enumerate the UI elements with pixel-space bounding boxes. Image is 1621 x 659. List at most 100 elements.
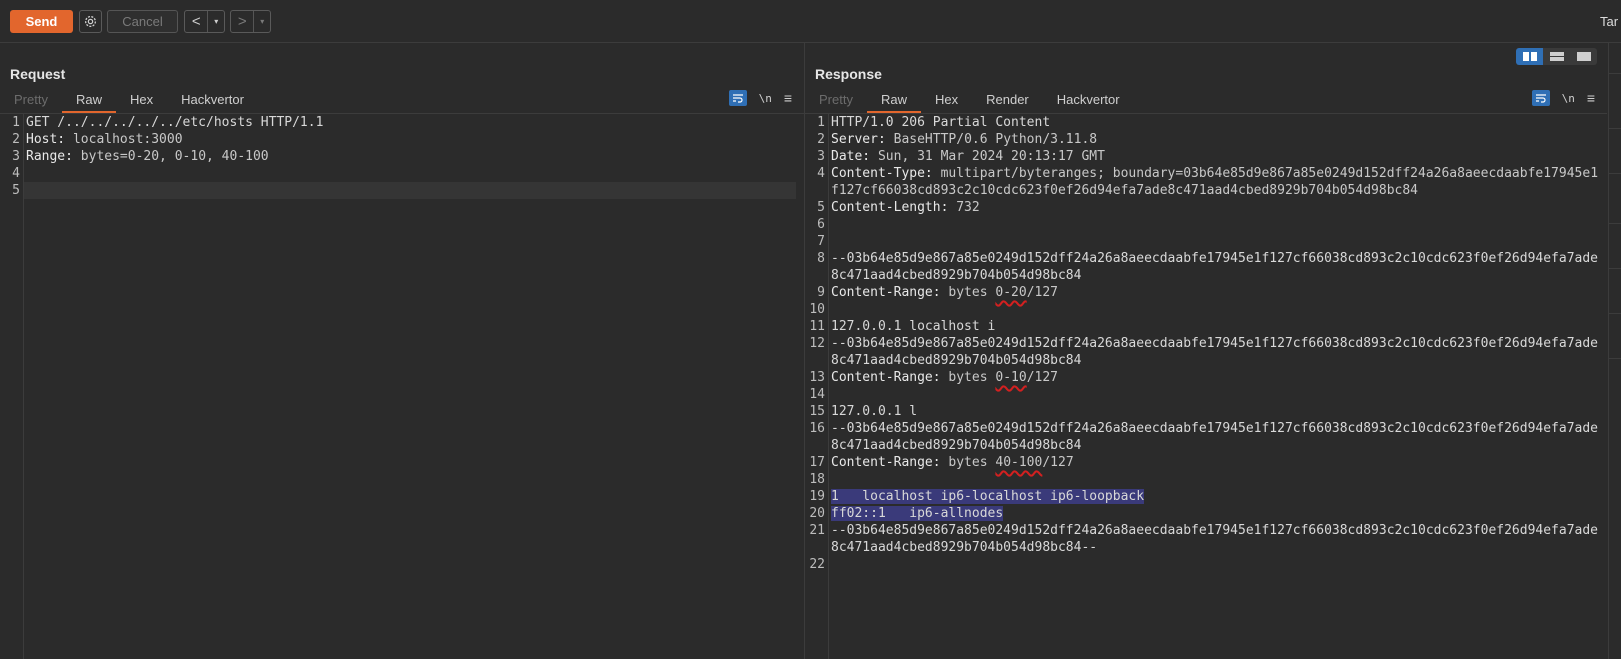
- line-text: --03b64e85d9e867a85e0249d152dff24a26a8ae…: [829, 335, 1599, 369]
- forward-button[interactable]: >: [231, 11, 255, 32]
- response-editor[interactable]: 1 HTTP/1.0 206 Partial Content 2 Server: Ba…: [805, 114, 1607, 659]
- request-editor-tools: \n ≡: [728, 90, 792, 106]
- header-value: bytes: [940, 455, 996, 470]
- line-content: --03b64e85d9e867a85e0249d152dff24a26a8ae…: [831, 336, 1599, 368]
- response-line: 5 Content-Length: 732: [817, 199, 1599, 216]
- divider: [1609, 358, 1621, 359]
- target-label[interactable]: Tar: [1600, 14, 1618, 29]
- request-tab-hackvertor[interactable]: Hackvertor: [167, 89, 258, 113]
- line-text: Server: BaseHTTP/0.6 Python/3.11.8: [829, 131, 1097, 148]
- forward-history-dropdown[interactable]: ▾: [254, 11, 270, 32]
- divider: [1609, 223, 1621, 224]
- line-text: Content-Range: bytes 40-100/127: [829, 454, 1074, 471]
- response-line: 12 --03b64e85d9e867a85e0249d152dff24a26a8…: [809, 335, 1599, 369]
- response-line: 18: [809, 471, 1599, 488]
- divider: [1609, 268, 1621, 269]
- header-name: Content-Range:: [831, 370, 941, 385]
- line-text: 1 localhost ip6-localhost ip6-loopback: [829, 488, 1145, 505]
- response-line: 15 127.0.0.1 l: [809, 403, 1599, 420]
- request-tabs: Pretty Raw Hex Hackvertor: [0, 89, 258, 113]
- line-text: [24, 182, 26, 199]
- line-content: 127.0.0.1 l: [831, 404, 918, 419]
- line-text: Host: localhost:3000: [24, 131, 183, 148]
- header-value: localhost:3000: [65, 132, 183, 147]
- split-horizontal-icon[interactable]: [1516, 48, 1543, 65]
- split-vertical-icon[interactable]: [1543, 48, 1570, 65]
- response-line: 22: [809, 556, 1599, 573]
- line-number: 12: [809, 336, 825, 351]
- cancel-button[interactable]: Cancel: [107, 10, 178, 33]
- line-number: 14: [809, 387, 825, 402]
- line-number: 19: [809, 489, 825, 504]
- header-name: Host:: [26, 132, 66, 147]
- line-text: Range: bytes=0-20, 0-10, 40-100: [24, 148, 269, 165]
- header-value: bytes=0-20, 0-10, 40-100: [72, 149, 269, 164]
- header-name: Server:: [831, 132, 886, 147]
- line-content: ff02::1 ip6-allnodes: [831, 506, 1004, 521]
- line-number: 15: [809, 404, 825, 419]
- request-tab-raw[interactable]: Raw: [61, 89, 116, 113]
- line-text: [829, 233, 831, 250]
- request-tab-pretty[interactable]: Pretty: [0, 89, 62, 113]
- response-code[interactable]: 1 HTTP/1.0 206 Partial Content 2 Server: Ba…: [809, 114, 1599, 573]
- line-number: 5: [817, 200, 825, 215]
- line-number: 7: [817, 234, 825, 249]
- single-pane-icon[interactable]: [1570, 48, 1597, 65]
- response-line: 9 Content-Range: bytes 0-20/127: [817, 284, 1599, 301]
- line-number: 16: [809, 421, 825, 436]
- line-text: HTTP/1.0 206 Partial Content: [829, 114, 1050, 131]
- response-line: 10: [809, 301, 1599, 318]
- back-history-dropdown[interactable]: ▾: [208, 11, 224, 32]
- settings-button[interactable]: [79, 10, 102, 33]
- line-content: --03b64e85d9e867a85e0249d152dff24a26a8ae…: [831, 523, 1599, 555]
- response-tab-render[interactable]: Render: [972, 89, 1043, 113]
- line-text: Content-Range: bytes 0-20/127: [829, 284, 1058, 301]
- divider: [1609, 173, 1621, 174]
- line-content: --03b64e85d9e867a85e0249d152dff24a26a8ae…: [831, 251, 1599, 283]
- response-pane: Response Pretty Raw Hex Render Hackverto…: [805, 43, 1607, 659]
- line-text: ff02::1 ip6-allnodes: [829, 505, 1004, 522]
- wrap-lines-icon[interactable]: [1531, 90, 1550, 106]
- response-editor-tools: \n ≡: [1531, 90, 1595, 106]
- line-number: 22: [809, 557, 825, 572]
- line-text: [829, 471, 831, 488]
- back-nav-group: < ▾: [184, 10, 225, 33]
- annotated-range: 0-10: [995, 370, 1027, 385]
- header-value: 732: [948, 200, 980, 215]
- response-tab-hex[interactable]: Hex: [921, 89, 972, 113]
- response-line: 17 Content-Range: bytes 40-100/127: [809, 454, 1599, 471]
- response-line: 19 1 localhost ip6-localhost ip6-loopback: [809, 488, 1599, 505]
- line-text: [829, 216, 831, 233]
- response-line: 13 Content-Range: bytes 0-10/127: [809, 369, 1599, 386]
- line-content: HTTP/1.0 206 Partial Content: [831, 115, 1051, 130]
- line-text: [24, 165, 26, 182]
- menu-icon[interactable]: ≡: [1587, 91, 1595, 105]
- line-text: --03b64e85d9e867a85e0249d152dff24a26a8ae…: [829, 420, 1599, 454]
- header-name: Range:: [26, 149, 73, 164]
- request-tab-hex[interactable]: Hex: [116, 89, 167, 113]
- response-tab-hackvertor[interactable]: Hackvertor: [1043, 89, 1134, 113]
- back-button[interactable]: <: [185, 11, 209, 32]
- line-number: 18: [809, 472, 825, 487]
- line-text: Content-Length: 732: [829, 199, 980, 216]
- range-total: /127: [1042, 455, 1074, 470]
- show-newlines-icon[interactable]: \n: [1562, 92, 1575, 105]
- annotated-range: 0-20: [995, 285, 1027, 300]
- response-tab-pretty[interactable]: Pretty: [805, 89, 867, 113]
- response-line: 1 HTTP/1.0 206 Partial Content: [817, 114, 1599, 131]
- send-button[interactable]: Send: [10, 10, 73, 33]
- response-tab-raw[interactable]: Raw: [866, 89, 921, 113]
- response-line: 2 Server: BaseHTTP/0.6 Python/3.11.8: [817, 131, 1599, 148]
- line-text: Content-Range: bytes 0-10/127: [829, 369, 1058, 386]
- response-line: 6: [817, 216, 1599, 233]
- line-number: 3: [12, 149, 20, 164]
- wrap-lines-icon[interactable]: [728, 90, 747, 106]
- line-text: Content-Type: multipart/byteranges; boun…: [829, 165, 1599, 199]
- request-code[interactable]: 1 GET /../../../../../etc/hosts HTTP/1.1 2…: [12, 114, 796, 199]
- request-editor[interactable]: 1 GET /../../../../../etc/hosts HTTP/1.1 2…: [0, 114, 804, 659]
- line-number: 6: [817, 217, 825, 232]
- menu-icon[interactable]: ≡: [784, 91, 792, 105]
- response-line: 11 127.0.0.1 localhost i: [809, 318, 1599, 335]
- line-number: 20: [809, 506, 825, 521]
- show-newlines-icon[interactable]: \n: [759, 92, 772, 105]
